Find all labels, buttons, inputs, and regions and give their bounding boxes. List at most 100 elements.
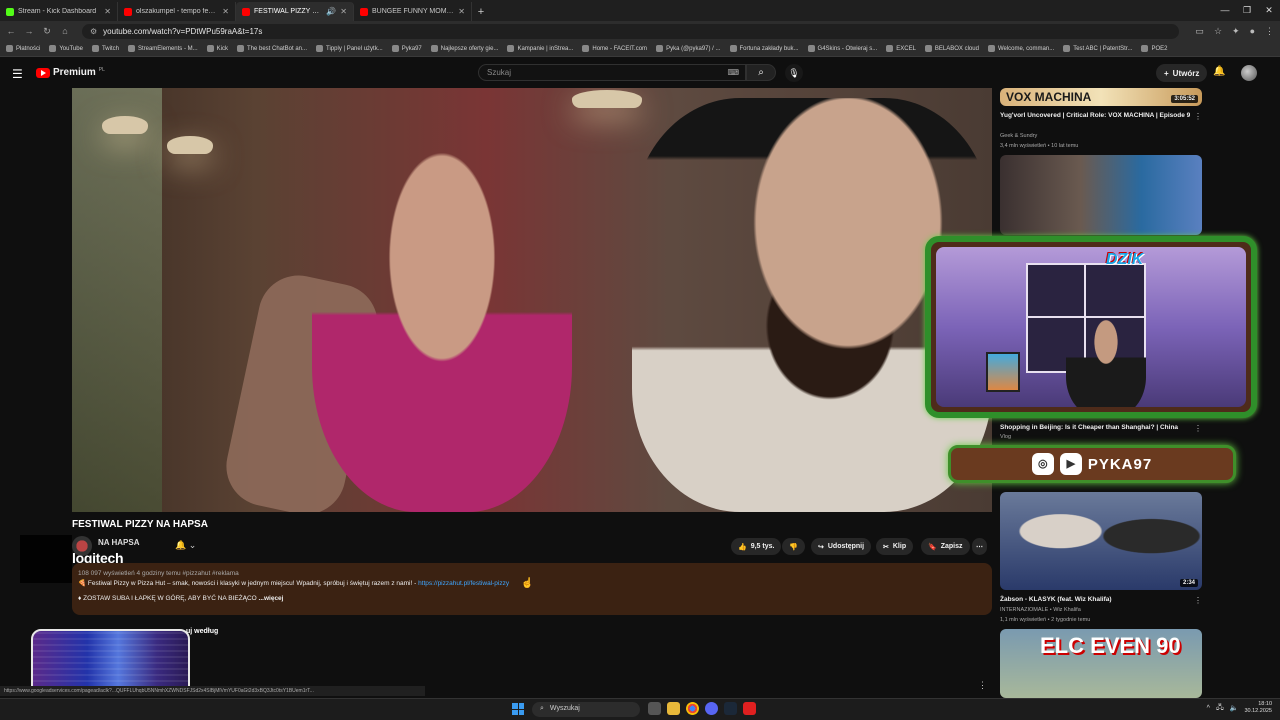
- show-more-link[interactable]: ...więcej: [259, 595, 284, 602]
- bookmark-item[interactable]: G4Skins - Otwieraj s...: [807, 45, 877, 52]
- youtube-logo[interactable]: Premium PL: [36, 67, 105, 78]
- tray-chevron-icon[interactable]: ^: [1207, 705, 1210, 712]
- recommended-more-icon[interactable]: ⋮: [1194, 596, 1202, 605]
- speaker-icon[interactable]: 🔊: [326, 7, 336, 16]
- cast-icon[interactable]: ▭: [1195, 26, 1204, 37]
- back-icon[interactable]: ←: [6, 26, 16, 36]
- close-tab-icon[interactable]: ✕: [104, 7, 111, 16]
- bookmark-item[interactable]: Tipply | Panel użytk...: [316, 45, 383, 52]
- taskbar-search[interactable]: ⌕ Wyszukaj: [532, 702, 640, 717]
- search-button[interactable]: ⌕: [746, 64, 776, 81]
- bookmark-item[interactable]: EXCEL: [886, 45, 916, 52]
- bookmark-item[interactable]: Welcome, comman...: [987, 45, 1054, 52]
- recommended-thumbnail[interactable]: VOX MACHINA 3:05:52: [1000, 88, 1202, 106]
- recommended-thumbnail[interactable]: 2:34: [1000, 492, 1202, 590]
- create-button[interactable]: + Utwórz: [1156, 64, 1208, 82]
- home-icon[interactable]: ⌂: [60, 26, 70, 36]
- channel-name[interactable]: NA HAPSA: [98, 538, 139, 547]
- discord-icon[interactable]: [705, 702, 718, 715]
- chrome-icon[interactable]: [686, 702, 699, 715]
- recommended-channel[interactable]: Geek & Sundry: [1000, 133, 1037, 139]
- recommended-title[interactable]: Yug'vorl Uncovered | Critical Role: VOX …: [1000, 112, 1195, 120]
- steam-icon[interactable]: [724, 702, 737, 715]
- bookmark-item[interactable]: StreamElements - M...: [127, 45, 198, 52]
- site-settings-icon[interactable]: ⚙: [90, 27, 97, 36]
- recommended-channel[interactable]: Vlog: [1000, 434, 1011, 440]
- volume-icon[interactable]: 🔈: [1230, 704, 1239, 712]
- reload-icon[interactable]: ↻: [42, 26, 52, 37]
- bookmarks-bar: Płatności YouTube Twitch StreamElements - M…: [0, 41, 1280, 57]
- hamburger-menu-icon[interactable]: ☰: [12, 67, 23, 81]
- comments-sort-button[interactable]: uj według: [186, 628, 218, 635]
- recommended-more-icon[interactable]: ⋮: [1194, 112, 1202, 121]
- bookmark-favicon-icon: [924, 45, 932, 52]
- bookmark-item[interactable]: Kampanie | inStrea...: [507, 45, 573, 52]
- bookmark-item[interactable]: Fortuna zakłady buk...: [729, 45, 799, 52]
- close-tab-icon[interactable]: ✕: [458, 7, 465, 16]
- social-handle-banner: ◎ ▶ PYKA97: [948, 445, 1236, 483]
- dislike-button[interactable]: 👎: [782, 538, 805, 555]
- bookmark-item[interactable]: Pyka97: [391, 45, 422, 52]
- url-input[interactable]: ⚙ youtube.com/watch?v=PDtWPu59raA&t=17s: [82, 23, 1180, 39]
- recommended-title[interactable]: Shopping in Beijing: Is it Cheaper than …: [1000, 424, 1195, 432]
- browser-toolbar-icons: ▭ ☆ ✦ ● ⋮: [1195, 26, 1274, 37]
- notification-bell-icon[interactable]: 🔔 ⌄: [175, 540, 196, 551]
- task-view-icon[interactable]: [648, 702, 661, 715]
- video-description[interactable]: 108 097 wyświetleń 4 godziny temu #pizza…: [72, 563, 992, 615]
- bookmark-star-icon[interactable]: ☆: [1214, 26, 1222, 37]
- close-tab-icon[interactable]: ✕: [222, 7, 229, 16]
- recommended-title[interactable]: Żabson - KLASYK (feat. Wiz Khalifa): [1000, 596, 1195, 604]
- bookmark-item[interactable]: Pyka (@pyka97) / ...: [656, 45, 721, 52]
- description-link[interactable]: https://pizzahut.pl/festiwal-pizzy: [418, 580, 509, 587]
- minimize-icon[interactable]: —: [1214, 0, 1236, 21]
- file-explorer-icon[interactable]: [667, 702, 680, 715]
- recommended-thumbnail[interactable]: [1000, 155, 1202, 235]
- app-icon[interactable]: [743, 702, 756, 715]
- bookmark-item[interactable]: Płatności: [6, 45, 40, 52]
- bookmark-item[interactable]: POE2: [1141, 45, 1167, 52]
- maximize-icon[interactable]: ❐: [1236, 0, 1258, 21]
- browser-tab[interactable]: olszakumpel - tempo feat. sapi ✕: [118, 2, 236, 21]
- bookmark-item[interactable]: Twitch: [91, 45, 119, 52]
- close-window-icon[interactable]: ✕: [1258, 0, 1280, 21]
- new-tab-button[interactable]: +: [472, 2, 490, 21]
- menu-icon[interactable]: ⋮: [1265, 26, 1274, 37]
- thumbs-up-icon: 👍: [738, 543, 747, 551]
- browser-tab[interactable]: Stream - Kick Dashboard ✕: [0, 2, 118, 21]
- browser-tab-active[interactable]: FESTIWAL PIZZY NA HAPSA 🔊 ✕: [236, 2, 354, 21]
- bookmark-item[interactable]: Najlepsze oferty gie...: [430, 45, 498, 52]
- comment-more-icon[interactable]: ⋮: [978, 680, 987, 691]
- notifications-bell-icon[interactable]: 🔔: [1213, 66, 1225, 77]
- close-tab-icon[interactable]: ✕: [340, 7, 347, 16]
- logo-region: PL: [98, 67, 105, 73]
- bookmark-item[interactable]: Test ABC | PatentStr...: [1063, 45, 1132, 52]
- windows-start-icon[interactable]: [512, 703, 524, 715]
- extensions-icon[interactable]: ✦: [1232, 26, 1240, 37]
- recommended-thumbnail[interactable]: ELC EVEN 90: [1000, 629, 1202, 698]
- recommended-channel[interactable]: INTERNAZIOMALE • Wiz Khalifa: [1000, 607, 1081, 613]
- network-icon[interactable]: 🖧: [1216, 703, 1224, 714]
- bookmark-item[interactable]: YouTube: [49, 45, 83, 52]
- clip-button[interactable]: ✂ Klip: [876, 538, 914, 555]
- search-icon: ⌕: [758, 67, 764, 78]
- voice-search-button[interactable]: 🎙: [785, 64, 803, 82]
- bookmark-item[interactable]: Kick: [206, 45, 228, 52]
- forward-icon[interactable]: →: [24, 26, 34, 36]
- account-avatar[interactable]: [1241, 65, 1257, 81]
- more-actions-button[interactable]: ⋯: [972, 538, 987, 555]
- recommended-more-icon[interactable]: ⋮: [1194, 424, 1202, 433]
- bookmark-item[interactable]: The best ChatBot an...: [236, 45, 307, 52]
- share-button[interactable]: ↪ Udostępnij: [811, 538, 872, 555]
- like-button[interactable]: 👍 9,5 tys.: [731, 538, 782, 555]
- search-input[interactable]: Szukaj ⌨: [478, 64, 746, 81]
- taskbar-clock[interactable]: 18:10 30.12.2025: [1244, 701, 1272, 715]
- profile-icon[interactable]: ●: [1250, 26, 1255, 37]
- bookmark-item[interactable]: BELABOX cloud: [924, 45, 979, 52]
- keyboard-icon[interactable]: ⌨: [727, 68, 739, 77]
- save-button[interactable]: 🔖 Zapisz: [921, 538, 970, 555]
- browser-tab[interactable]: BUNGEE FUNNY MOMENTS 2024 ✕: [354, 2, 472, 21]
- bookmark-item[interactable]: Home - FACEIT.com: [582, 45, 647, 52]
- video-player[interactable]: [72, 88, 992, 512]
- share-label: Udostępnij: [827, 543, 865, 550]
- microphone-icon: 🎙: [788, 68, 800, 78]
